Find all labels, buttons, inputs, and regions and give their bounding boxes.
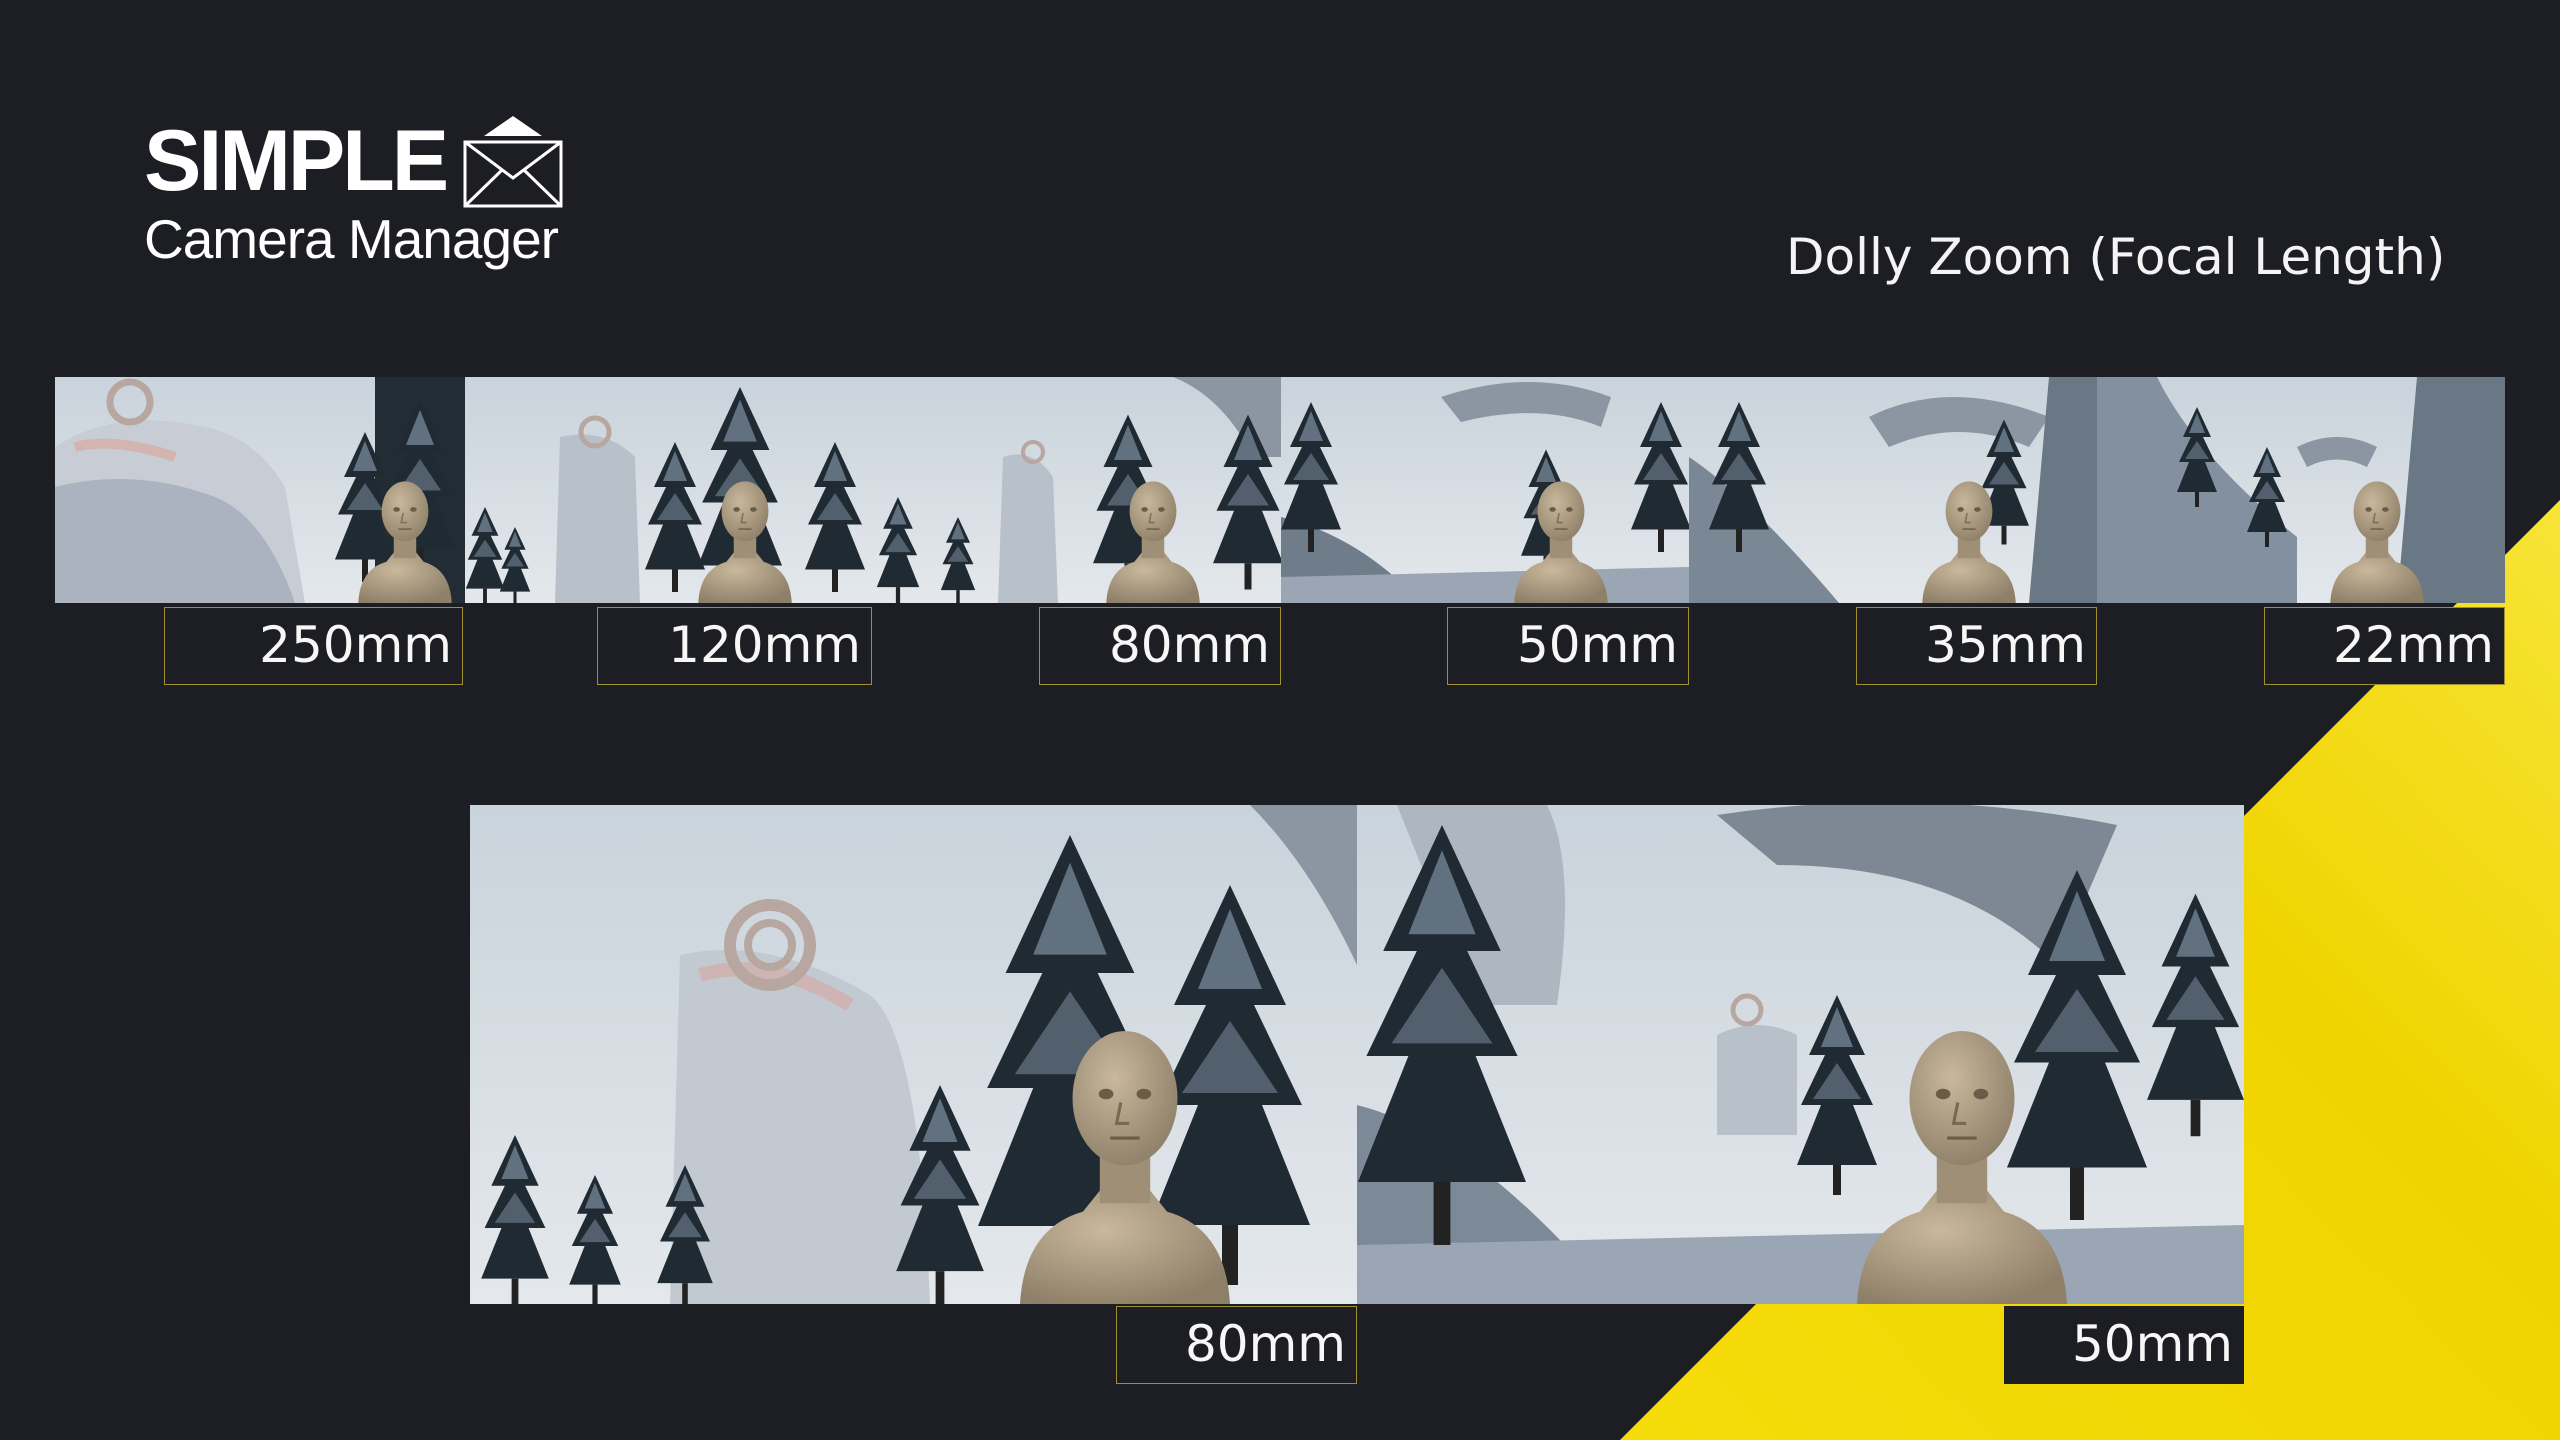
label-80mm: 80mm bbox=[1039, 607, 1281, 685]
brand-subtitle: Camera Manager bbox=[144, 208, 559, 270]
label-250mm: 250mm bbox=[164, 607, 463, 685]
thumbnail-50mm[interactable] bbox=[1281, 377, 1689, 603]
label-120mm: 120mm bbox=[597, 607, 872, 685]
label-22mm: 22mm bbox=[2264, 607, 2505, 685]
envelope-roof-icon bbox=[463, 116, 563, 208]
thumbnail-80mm[interactable] bbox=[873, 377, 1281, 603]
comparison-label-50mm: 50mm bbox=[2004, 1306, 2244, 1384]
scene-image bbox=[465, 377, 873, 603]
scene-image bbox=[873, 377, 1281, 603]
label-35mm: 35mm bbox=[1856, 607, 2097, 685]
scene-image bbox=[1281, 377, 1689, 603]
scene-image bbox=[55, 377, 465, 603]
scene-image bbox=[2097, 377, 2505, 603]
brand-title: SIMPLE bbox=[144, 113, 449, 209]
thumbnail-250mm[interactable] bbox=[55, 377, 465, 603]
comparison-image-50mm[interactable] bbox=[1357, 805, 2244, 1304]
scene-image bbox=[470, 805, 1357, 1304]
comparison-label-80mm: 80mm bbox=[1116, 1306, 1357, 1384]
thumbnail-35mm[interactable] bbox=[1689, 377, 2097, 603]
comparison-image-80mm[interactable] bbox=[470, 805, 1357, 1304]
scene-image bbox=[1689, 377, 2097, 603]
thumbnail-120mm[interactable] bbox=[465, 377, 873, 603]
scene-image bbox=[1357, 805, 2244, 1304]
label-50mm: 50mm bbox=[1447, 607, 1689, 685]
thumbnail-22mm[interactable] bbox=[2097, 377, 2505, 603]
page-heading: Dolly Zoom (Focal Length) bbox=[1786, 228, 2446, 286]
